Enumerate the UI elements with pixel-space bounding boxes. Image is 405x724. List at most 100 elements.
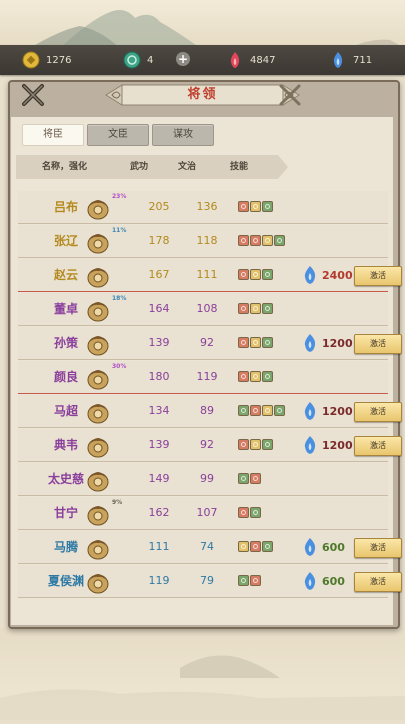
table-row[interactable]: 董卓 18% 164 108 [18,293,388,326]
general-portrait-icon[interactable] [86,500,110,526]
skill-icon[interactable] [238,303,249,314]
general-portrait-icon[interactable] [86,296,110,322]
table-row[interactable]: 马超 134 89 1200 激活 [18,395,402,428]
civil-value: 119 [196,370,218,383]
skill-icon[interactable] [262,405,273,416]
skill-list [238,541,274,554]
skill-icon[interactable] [262,337,273,348]
mountain-painting [30,10,405,48]
bottom-scenery [0,628,405,720]
general-portrait-icon[interactable] [86,364,110,390]
cost-amount: 2400 [322,268,353,282]
table-row[interactable]: 甘宁 9% 162 107 [18,497,388,530]
skill-icon[interactable] [250,439,261,450]
activate-button[interactable]: 激活 [354,402,402,422]
general-portrait-icon[interactable] [86,568,110,594]
skill-icon[interactable] [238,439,249,450]
civil-value: 79 [200,574,214,587]
activate-button[interactable]: 激活 [354,266,402,286]
civil-value: 89 [200,404,214,417]
skill-icon[interactable] [250,507,261,518]
general-name: 典韦 [53,438,78,452]
enhance-percent: 23% [112,193,127,200]
skill-icon[interactable] [274,235,285,246]
general-name: 马腾 [53,540,78,554]
general-name: 张辽 [53,234,78,248]
skill-icon[interactable] [250,269,261,280]
general-portrait-icon[interactable] [86,534,110,560]
civil-value: 99 [200,472,214,485]
cost-amount: 600 [322,574,345,588]
skill-icon[interactable] [274,405,285,416]
general-portrait-icon[interactable] [86,262,110,288]
general-portrait-icon[interactable] [86,432,110,458]
close-icon[interactable] [20,82,46,108]
skill-icon[interactable] [238,405,249,416]
table-row[interactable]: 颜良 30% 180 119 [18,361,388,394]
skill-icon[interactable] [250,541,261,552]
general-portrait-icon[interactable] [86,330,110,356]
skill-icon[interactable] [250,405,261,416]
table-row[interactable]: 典韦 139 92 1200 激活 [18,429,402,462]
tab-civil-officials[interactable]: 文臣 [87,124,149,146]
skill-icon[interactable] [238,269,249,280]
skill-icon[interactable] [250,371,261,382]
blue-flame-resource: 711 [329,45,372,75]
table-row[interactable]: 太史慈 149 99 [18,463,388,496]
enhance-percent: 11% [112,227,127,234]
civil-value: 92 [200,336,214,349]
skill-icon[interactable] [250,303,261,314]
skill-icon[interactable] [262,201,273,212]
skill-icon[interactable] [250,575,261,586]
skill-icon[interactable] [262,439,273,450]
skill-icon[interactable] [238,473,249,484]
tab-strategy[interactable]: 谋攻 [152,124,214,146]
tab-generals[interactable]: 将臣 [22,124,84,146]
skill-icon[interactable] [238,541,249,552]
skill-icon[interactable] [250,337,261,348]
skill-icon[interactable] [238,337,249,348]
activate-button[interactable]: 激活 [354,436,402,456]
resource-bar: 1276 4 + 4847 711 [0,45,405,75]
martial-value: 149 [148,472,170,485]
table-row[interactable]: 孙策 139 92 1200 激活 [18,327,402,360]
blue-flame-icon [304,538,316,556]
activation-cost: 2400 [300,259,353,291]
activate-button[interactable]: 激活 [354,572,402,592]
table-row[interactable]: 夏侯渊 119 79 600 激活 [18,565,402,598]
martial-value: 139 [148,438,170,451]
table-row[interactable]: 吕布 23% 205 136 [18,191,388,224]
skill-icon[interactable] [262,371,273,382]
skill-icon[interactable] [238,235,249,246]
table-row[interactable]: 赵云 167 111 2400 激活 [18,259,402,292]
jade-resource: 4 [123,45,153,75]
general-portrait-icon[interactable] [86,228,110,254]
table-row[interactable]: 张辽 11% 178 118 [18,225,388,258]
general-portrait-icon[interactable] [86,466,110,492]
blue-flame-icon [304,266,316,284]
skill-icon[interactable] [262,303,273,314]
skill-icon[interactable] [250,201,261,212]
skill-icon[interactable] [262,541,273,552]
skill-list [238,473,262,486]
skill-icon[interactable] [250,473,261,484]
table-row[interactable]: 马腾 111 74 600 激活 [18,531,402,564]
add-resource-button[interactable]: + [176,52,190,66]
martial-value: 167 [148,268,170,281]
martial-value: 205 [148,200,170,213]
blue-flame-icon [304,334,316,352]
activate-button[interactable]: 激活 [354,334,402,354]
skill-icon[interactable] [262,269,273,280]
general-portrait-icon[interactable] [86,398,110,424]
activate-button[interactable]: 激活 [354,538,402,558]
skill-list [238,371,274,384]
skill-icon[interactable] [238,507,249,518]
general-portrait-icon[interactable] [86,194,110,220]
skill-icon[interactable] [262,235,273,246]
skill-icon[interactable] [238,371,249,382]
gold-coin-icon [22,51,40,69]
skill-icon[interactable] [238,201,249,212]
skill-icon[interactable] [250,235,261,246]
skill-icon[interactable] [238,575,249,586]
civil-value: 92 [200,438,214,451]
